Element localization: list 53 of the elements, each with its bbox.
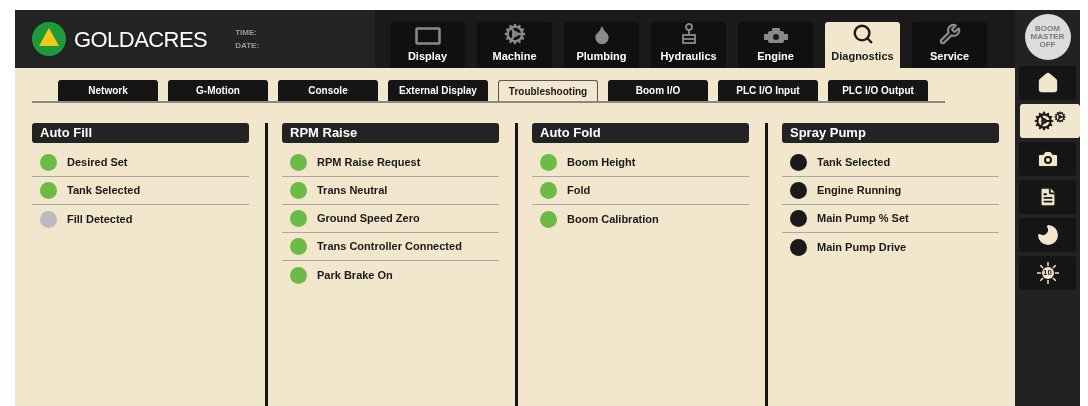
nav-tab[interactable]: Hydraulics <box>651 22 726 68</box>
screen-icon <box>414 26 441 45</box>
panel-header: RPM Raise <box>282 123 499 143</box>
search-icon <box>851 22 874 45</box>
panel-header: Auto Fold <box>532 123 749 143</box>
side-button[interactable] <box>1019 218 1076 252</box>
gear-icon <box>503 22 526 45</box>
sub-tab[interactable]: Troubleshooting <box>498 80 598 101</box>
time-label: TIME: <box>235 27 258 39</box>
status-label: Park Brake On <box>317 267 393 283</box>
status-label: Main Pump % Set <box>817 211 909 227</box>
status-label: Fill Detected <box>67 211 133 227</box>
status-label: Boom Height <box>567 155 636 171</box>
brand-name: GOLDACRES <box>74 25 208 54</box>
sub-tab[interactable]: G-Motion <box>168 80 268 101</box>
wrench-icon <box>938 22 961 45</box>
status-label: Trans Neutral <box>317 183 388 199</box>
side-button[interactable] <box>1019 66 1076 100</box>
sub-tab[interactable]: Console <box>278 80 378 101</box>
moon-icon <box>1035 223 1060 247</box>
status-label: RPM Raise Request <box>317 155 421 171</box>
date-label: DATE: <box>235 40 260 52</box>
side-button[interactable]: 10 <box>1019 256 1076 290</box>
status-label: Boom Calibration <box>567 211 659 227</box>
panel-header: Auto Fill <box>32 123 249 143</box>
joystick-icon <box>680 22 697 45</box>
status-label: Fold <box>567 183 591 199</box>
status-label: Trans Controller Connected <box>317 239 462 255</box>
status-label: Desired Set <box>67 155 128 171</box>
nav-tab[interactable]: Service <box>912 22 987 68</box>
sub-tab[interactable]: PLC I/O Output <box>828 80 928 101</box>
side-button[interactable] <box>1019 142 1076 176</box>
sub-tab[interactable]: PLC I/O Input <box>718 80 818 101</box>
nav-tab[interactable]: Plumbing <box>564 22 639 68</box>
engine-icon <box>762 26 789 45</box>
side-button[interactable] <box>1019 180 1076 214</box>
gears-icon <box>1034 111 1066 131</box>
sub-tab[interactable]: Network <box>58 80 158 101</box>
side-button[interactable] <box>1020 104 1080 138</box>
status-label: Tank Selected <box>67 183 141 199</box>
nav-tab[interactable]: Engine <box>738 22 813 68</box>
nav-tab[interactable]: Display <box>390 22 465 68</box>
sub-tab[interactable]: Boom I/O <box>608 80 708 101</box>
nav-tab[interactable]: Diagnostics <box>825 22 900 68</box>
nav-tab[interactable]: Machine <box>477 22 552 68</box>
logo-icon <box>32 22 66 56</box>
home-icon <box>1036 72 1059 94</box>
status-label: Main Pump Drive <box>817 239 907 255</box>
sub-tab[interactable]: External Display <box>388 80 488 101</box>
status-label: Tank Selected <box>817 155 891 171</box>
panel-header: Spray Pump <box>782 123 999 143</box>
status-label: Engine Running <box>817 183 902 199</box>
status-label: Ground Speed Zero <box>317 211 420 227</box>
